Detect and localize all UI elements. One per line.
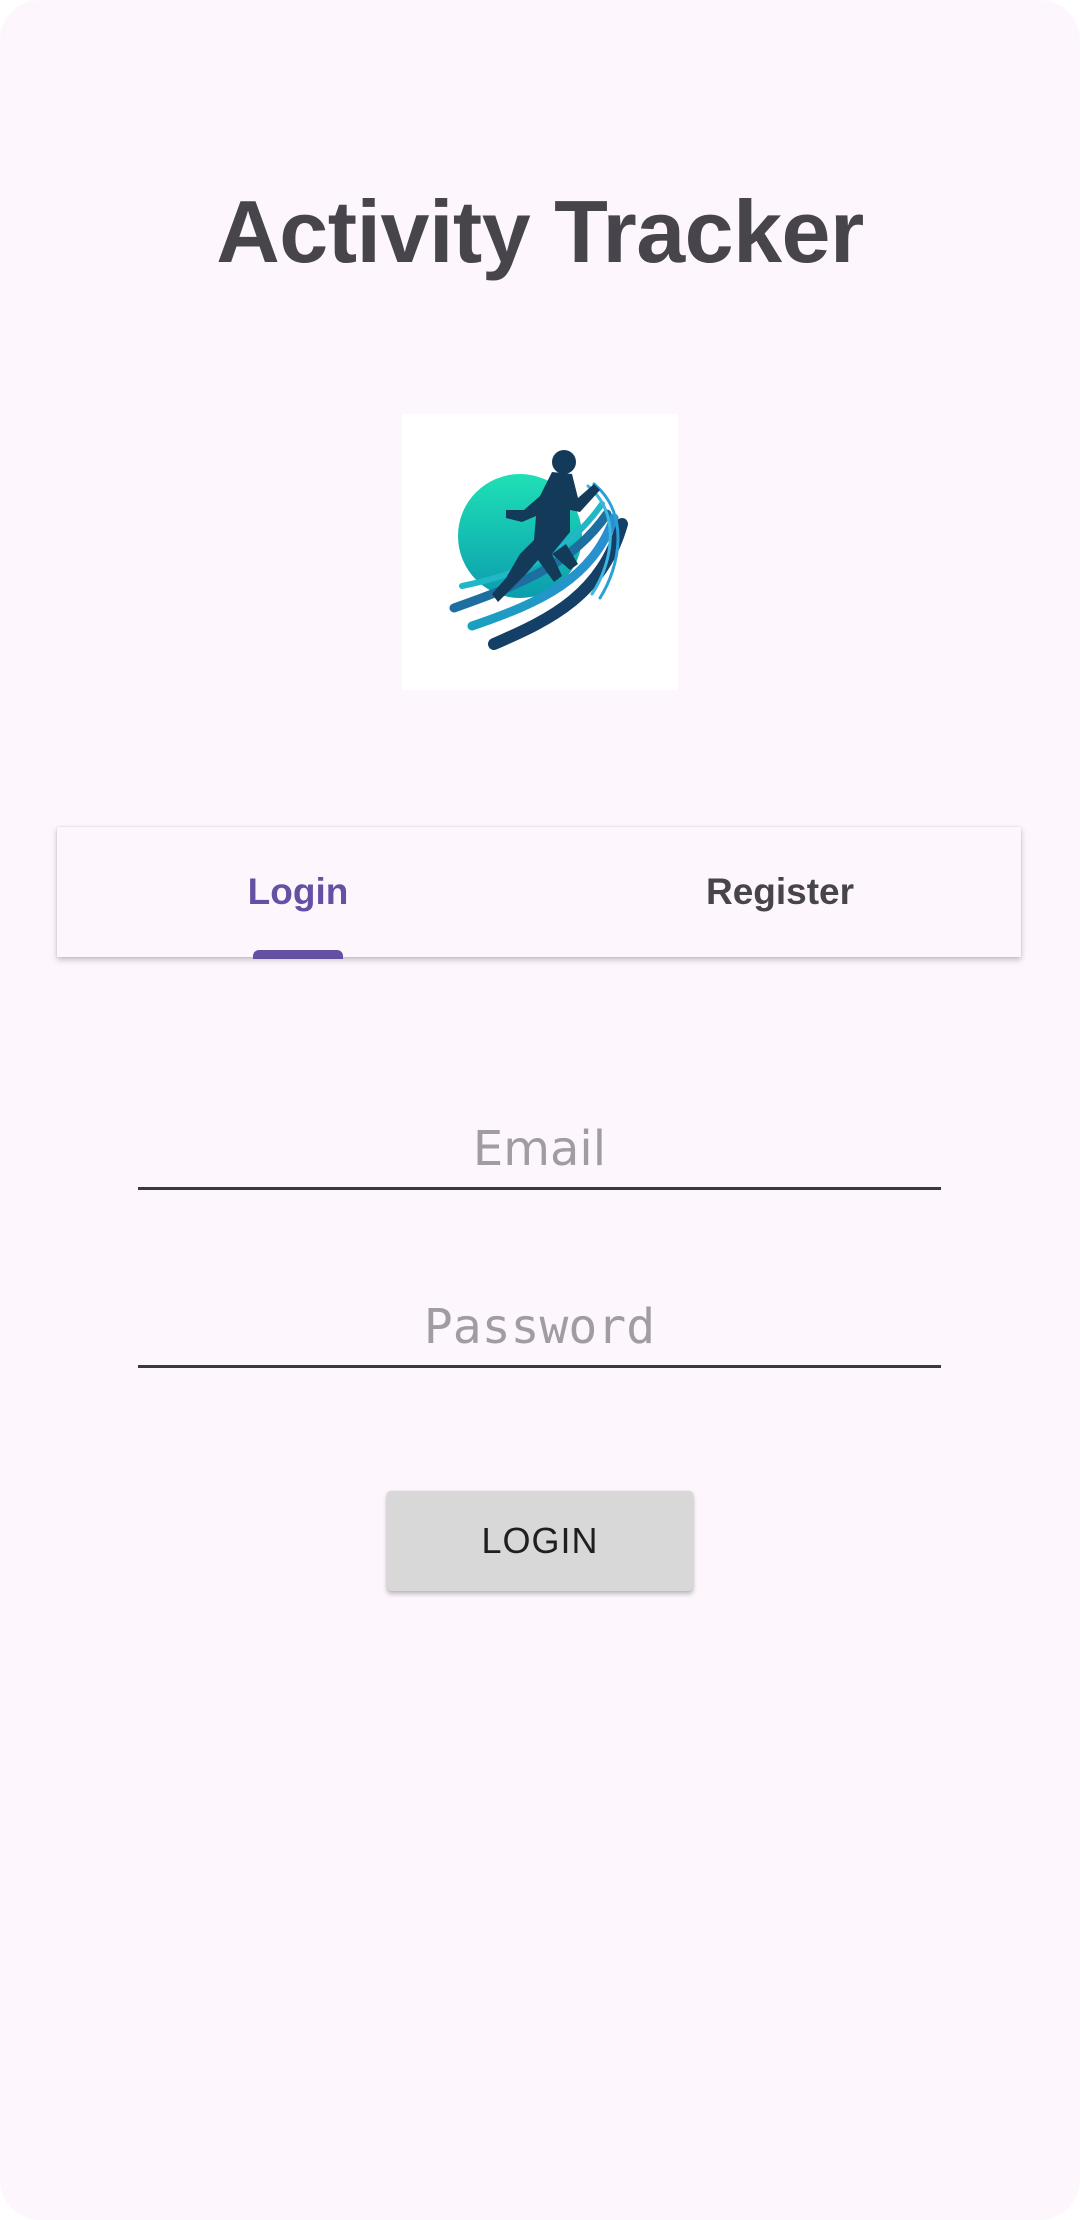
runner-logo-icon	[449, 450, 628, 650]
auth-tab-bar: Login Register	[57, 827, 1021, 959]
password-field[interactable]	[138, 1288, 941, 1368]
tab-register[interactable]: Register	[539, 827, 1021, 957]
login-screen: Activity Tracker Login Register Email LO…	[0, 0, 1080, 2220]
active-tab-indicator	[253, 950, 343, 959]
email-field[interactable]	[138, 1110, 941, 1190]
tab-register-label: Register	[705, 871, 855, 912]
login-button[interactable]: LOGIN	[387, 1491, 693, 1591]
tab-login-label: Login	[247, 871, 349, 912]
tab-login[interactable]: Login	[57, 827, 539, 959]
app-title: Activity Tracker	[216, 182, 864, 281]
app-logo	[402, 414, 678, 690]
